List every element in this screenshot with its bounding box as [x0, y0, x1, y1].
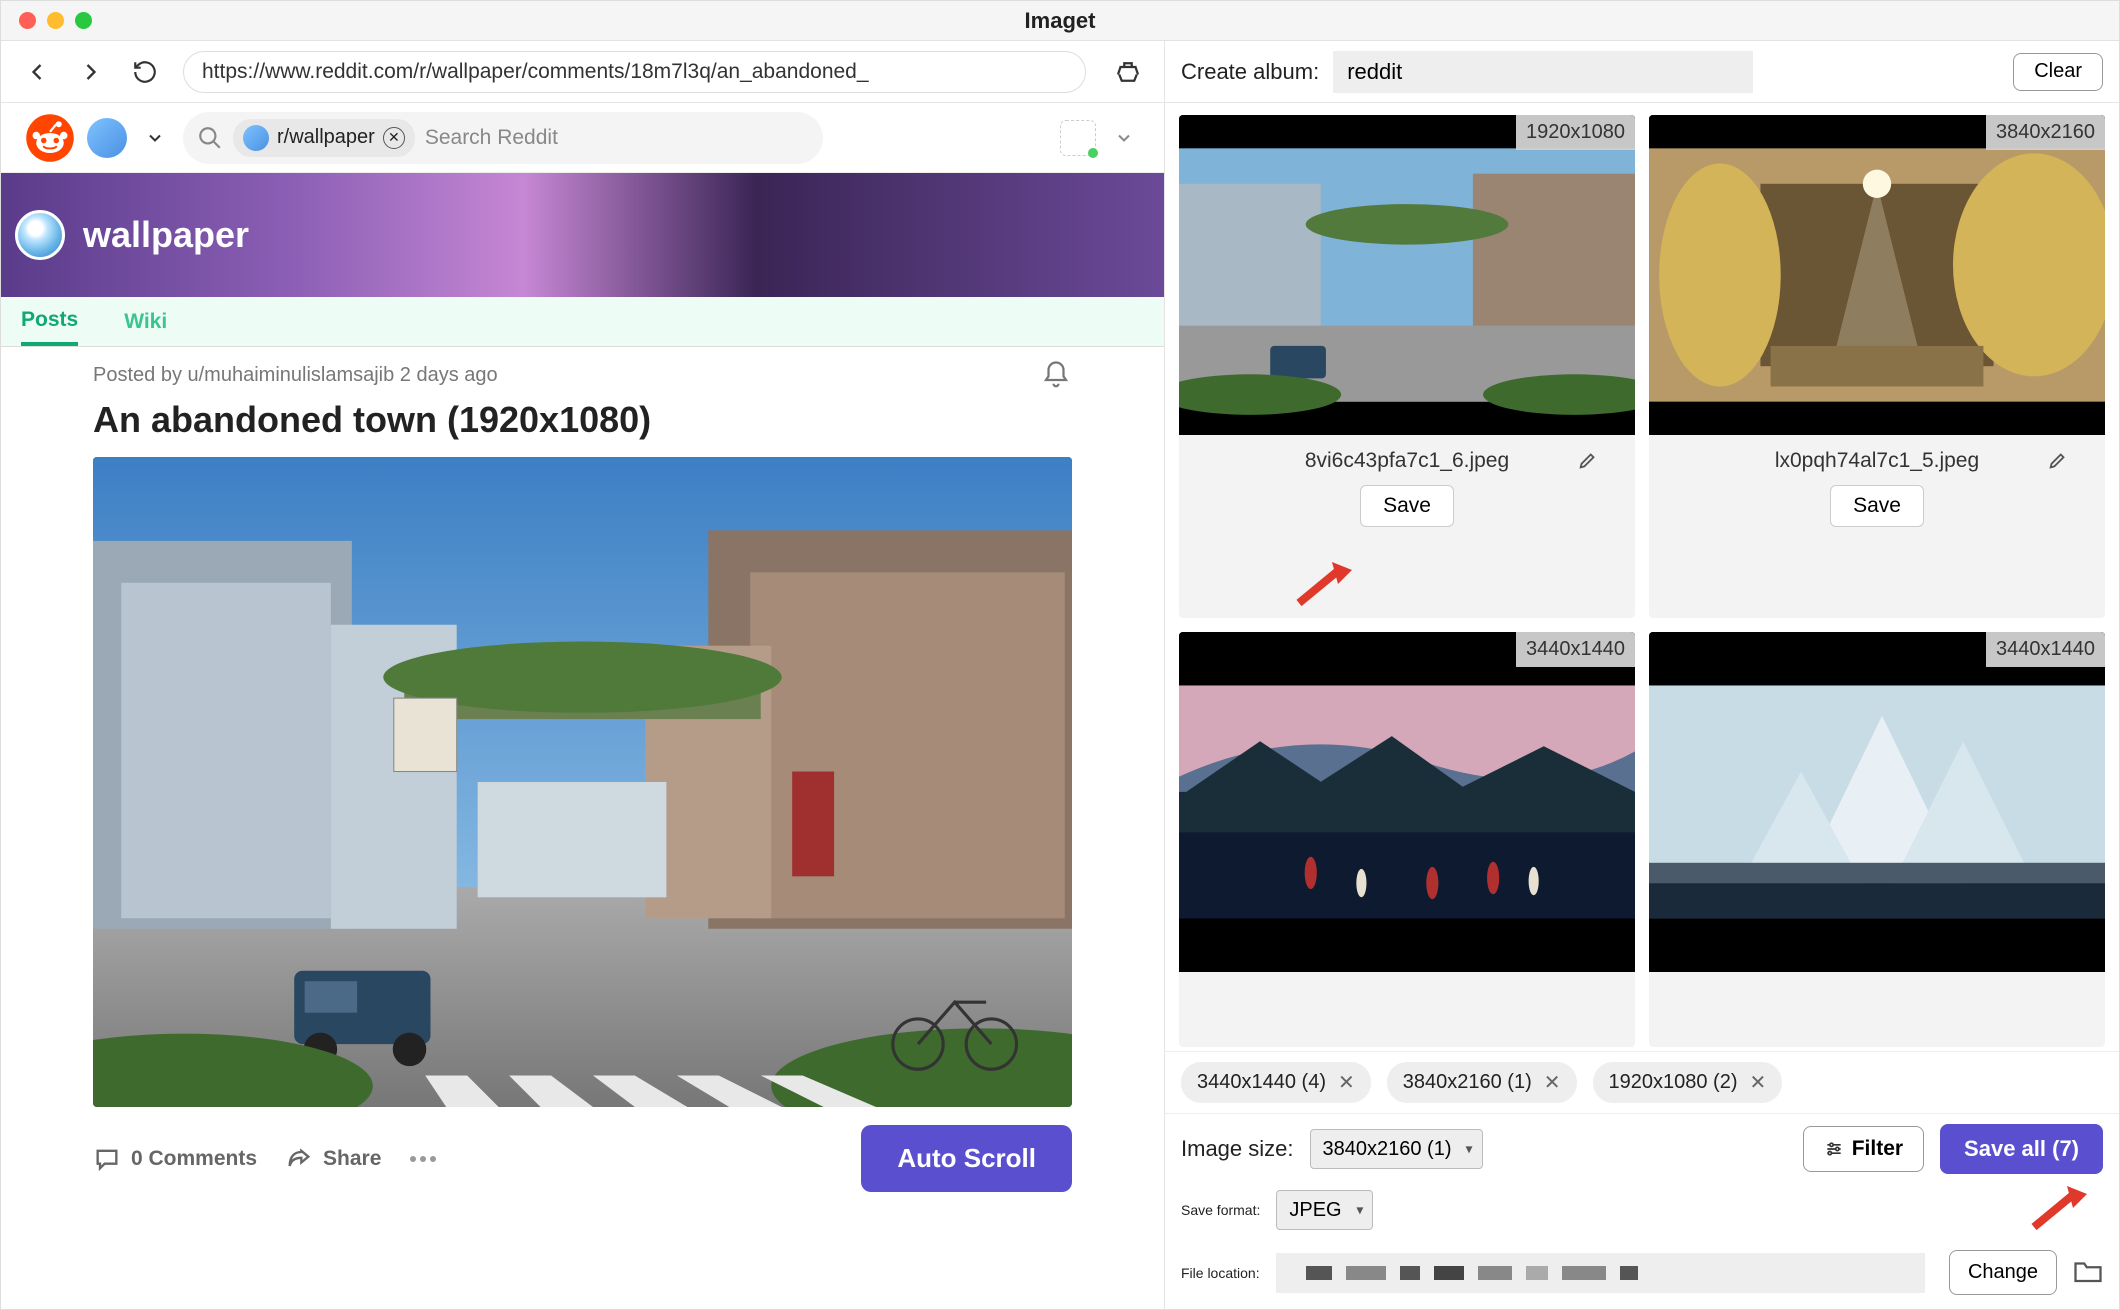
file-location-label: File location: [1181, 1265, 1260, 1281]
save-button[interactable]: Save [1360, 485, 1454, 527]
save-button[interactable]: Save [1830, 485, 1924, 527]
share-label: Share [323, 1147, 381, 1171]
comments-label: 0 Comments [131, 1147, 257, 1171]
post-image[interactable] [93, 457, 1072, 1107]
notify-bell-icon[interactable] [1040, 359, 1072, 391]
size-badge: 3440x1440 [1986, 632, 2105, 667]
subreddit-icon [15, 210, 65, 260]
subreddit-title: wallpaper [83, 214, 249, 256]
size-badge: 1920x1080 [1516, 115, 1635, 150]
album-label: Create album: [1181, 59, 1319, 85]
window-minimize-button[interactable] [47, 12, 64, 29]
window-maximize-button[interactable] [75, 12, 92, 29]
chip-avatar-icon [243, 125, 269, 151]
thumbnail-card[interactable]: 3440x1440 [1179, 632, 1635, 1047]
edit-filename-icon[interactable] [2047, 449, 2069, 474]
more-button[interactable] [409, 1155, 437, 1163]
post: Posted by u/muhaiminulislamsajib 2 days … [1, 347, 1164, 1309]
thumbnail-card[interactable]: 1920x1080 8vi6c43pfa7c1_6.jpeg Save [1179, 115, 1635, 618]
subreddit-banner: wallpaper [1, 173, 1164, 297]
search-placeholder: Search Reddit [425, 126, 558, 150]
save-all-button[interactable]: Save all (7) [1940, 1124, 2103, 1174]
reddit-search[interactable]: r/wallpaper ✕ Search Reddit [183, 112, 823, 164]
change-location-button[interactable]: Change [1949, 1250, 2057, 1295]
sliders-icon [1824, 1139, 1844, 1159]
url-input[interactable]: https://www.reddit.com/r/wallpaper/comme… [183, 51, 1086, 93]
thumbnail-filename: lx0pqh74al7c1_5.jpeg [1775, 449, 1979, 473]
thumbnail-card[interactable]: 3440x1440 [1649, 632, 2105, 1047]
dots-icon [409, 1155, 437, 1163]
community-avatar-icon[interactable] [87, 118, 127, 158]
user-avatar[interactable] [1060, 120, 1096, 156]
filter-pill[interactable]: 3440x1440 (4)✕ [1181, 1062, 1371, 1103]
thumbnail-image: 3440x1440 [1179, 632, 1635, 972]
thumbnail-filename: 8vi6c43pfa7c1_6.jpeg [1305, 449, 1509, 473]
chip-remove-icon[interactable]: ✕ [383, 127, 405, 149]
image-size-select[interactable]: 3840x2160 (1) [1310, 1129, 1483, 1169]
browser-toolbar: https://www.reddit.com/r/wallpaper/comme… [1, 41, 1164, 103]
folder-icon[interactable] [2073, 1258, 2103, 1287]
save-format-select[interactable]: JPEG [1276, 1190, 1373, 1230]
comments-button[interactable]: 0 Comments [93, 1145, 257, 1173]
post-byline: Posted by u/muhaiminulislamsajib 2 days … [93, 364, 498, 387]
filter-pill[interactable]: 3840x2160 (1)✕ [1387, 1062, 1577, 1103]
clear-button[interactable]: Clear [2013, 53, 2103, 91]
autoscroll-button[interactable]: Auto Scroll [861, 1125, 1072, 1192]
back-button[interactable] [21, 56, 53, 88]
share-icon [285, 1145, 313, 1173]
community-dropdown[interactable] [139, 122, 171, 154]
tab-posts[interactable]: Posts [21, 298, 78, 346]
thumbnail-image: 3440x1440 [1649, 632, 2105, 972]
thumbnail-image: 1920x1080 [1179, 115, 1635, 435]
search-icon [197, 125, 223, 151]
comment-icon [93, 1145, 121, 1173]
filter-pill[interactable]: 1920x1080 (2)✕ [1593, 1062, 1783, 1103]
user-menu-dropdown[interactable] [1108, 122, 1140, 154]
picker-button[interactable] [1112, 56, 1144, 88]
window-title: Imaget [1025, 8, 1096, 34]
thumbnail-image: 3840x2160 [1649, 115, 2105, 435]
forward-button[interactable] [75, 56, 107, 88]
album-input[interactable] [1333, 51, 1753, 93]
reddit-logo-icon[interactable] [25, 113, 75, 163]
file-location-display [1276, 1253, 1925, 1293]
tab-wiki[interactable]: Wiki [124, 300, 167, 344]
window-close-button[interactable] [19, 12, 36, 29]
pill-remove-icon[interactable]: ✕ [1544, 1070, 1561, 1095]
window-titlebar: Imaget [1, 1, 2119, 41]
image-size-label: Image size: [1181, 1136, 1294, 1162]
browser-panel: https://www.reddit.com/r/wallpaper/comme… [1, 41, 1165, 1309]
save-format-label: Save format: [1181, 1202, 1260, 1218]
pill-remove-icon[interactable]: ✕ [1749, 1070, 1766, 1095]
share-button[interactable]: Share [285, 1145, 381, 1173]
downloader-panel: Create album: Clear [1165, 41, 2119, 1309]
search-chip[interactable]: r/wallpaper ✕ [233, 119, 415, 157]
reddit-header: r/wallpaper ✕ Search Reddit [1, 103, 1164, 173]
subreddit-tabs: Posts Wiki [1, 297, 1164, 347]
pill-remove-icon[interactable]: ✕ [1338, 1070, 1355, 1095]
thumbnail-card[interactable]: 3840x2160 lx0pqh74al7c1_5.jpeg Save [1649, 115, 2105, 618]
size-badge: 3440x1440 [1516, 632, 1635, 667]
filter-button[interactable]: Filter [1803, 1126, 1924, 1172]
filter-pills: 3440x1440 (4)✕ 3840x2160 (1)✕ 1920x1080 … [1165, 1051, 2119, 1113]
edit-filename-icon[interactable] [1577, 449, 1599, 474]
chip-label: r/wallpaper [277, 126, 375, 149]
refresh-button[interactable] [129, 56, 161, 88]
size-badge: 3840x2160 [1986, 115, 2105, 150]
post-title: An abandoned town (1920x1080) [1, 391, 1164, 457]
